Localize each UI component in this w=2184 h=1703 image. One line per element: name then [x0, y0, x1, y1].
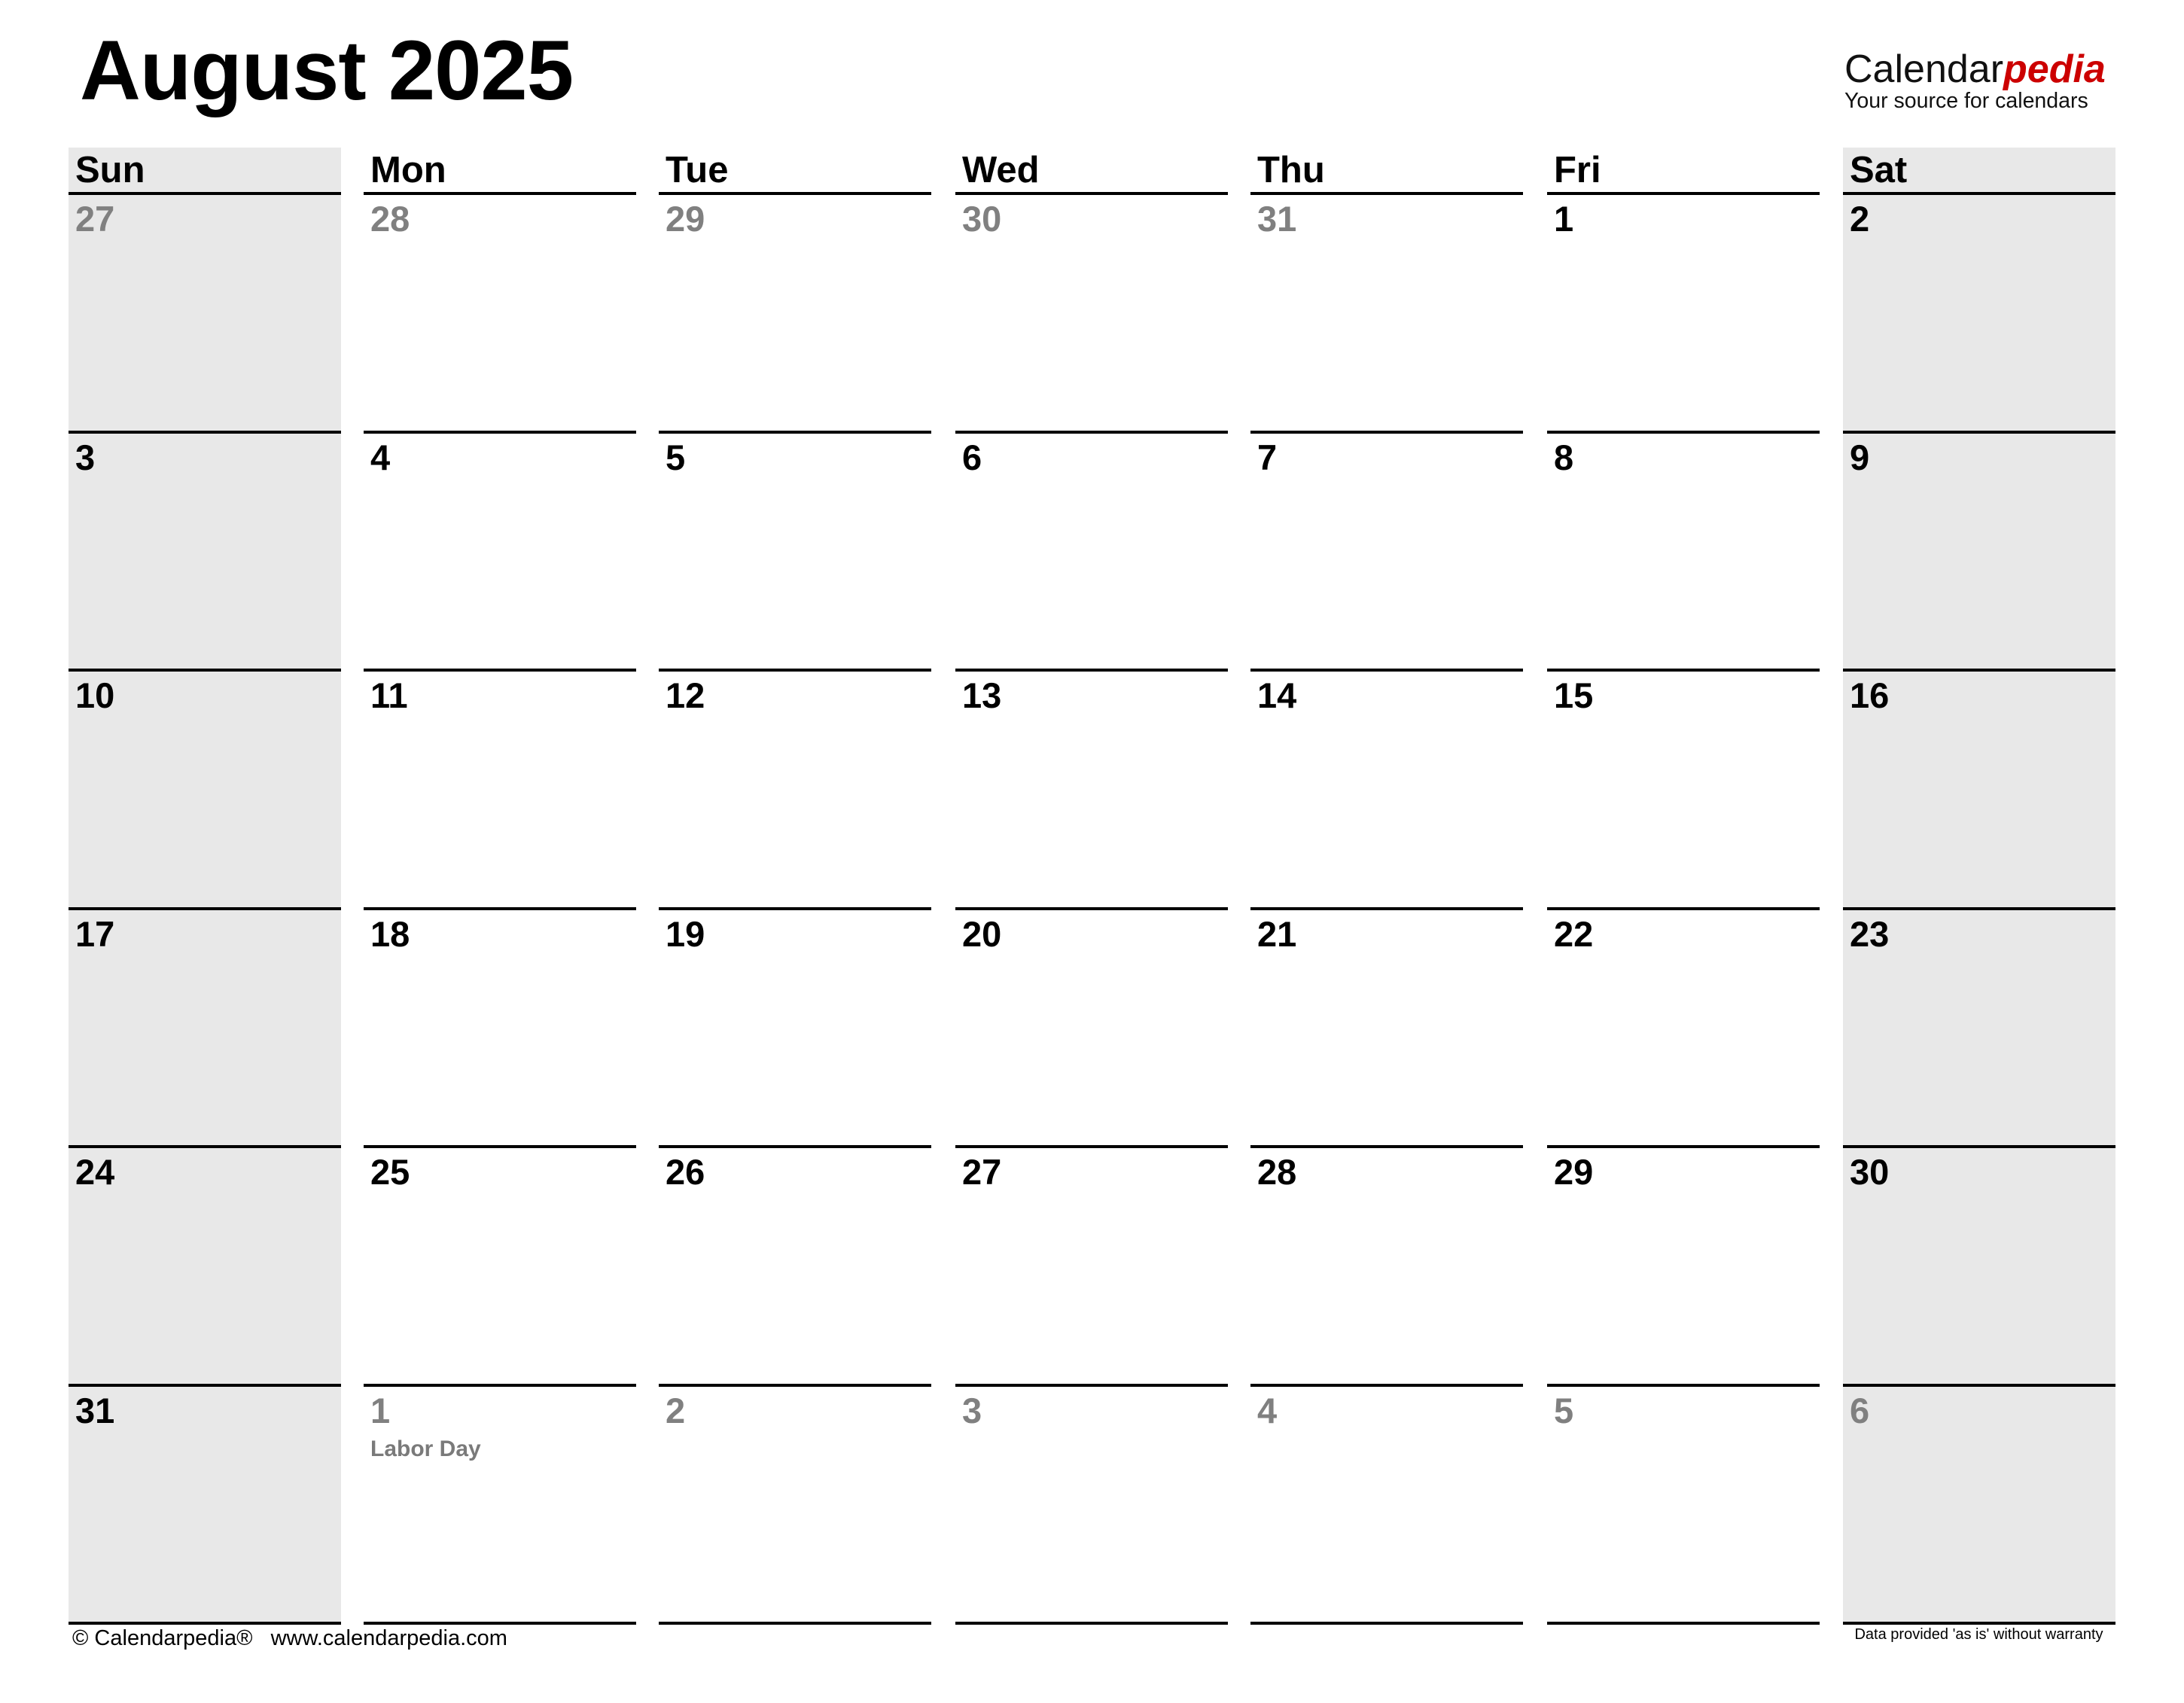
weekday-header-tue: Tue — [666, 150, 729, 190]
day-cell[interactable]: 6 — [955, 434, 1228, 669]
day-cell[interactable]: 28 — [1250, 1148, 1523, 1384]
day-number: 28 — [1257, 1152, 1297, 1192]
weekday-header-wed: Wed — [962, 150, 1040, 190]
day-number-adjacent-month: 2 — [666, 1391, 686, 1430]
weekday-header-thu: Thu — [1257, 150, 1325, 190]
day-number: 12 — [666, 675, 705, 715]
day-cell[interactable]: 2 — [1843, 195, 2115, 431]
day-cell[interactable]: 29 — [1547, 1148, 1820, 1384]
weekday-header-fri: Fri — [1554, 150, 1601, 190]
footer-left: © Calendarpedia® www.calendarpedia.com — [72, 1626, 507, 1651]
day-cell[interactable]: 10 — [69, 672, 341, 907]
day-number: 17 — [75, 914, 115, 954]
day-cell[interactable]: 14 — [1250, 672, 1523, 907]
day-number: 6 — [962, 437, 982, 477]
day-number-adjacent-month: 6 — [1850, 1391, 1870, 1430]
calendar-grid: Sun Mon Tue Wed Thu Fri Sat 27 28 29 30 31 1 2 3 4 5 6 7 8 9… — [0, 0, 2184, 1703]
day-number-adjacent-month: 30 — [962, 199, 1002, 239]
day-cell[interactable]: 15 — [1547, 672, 1820, 907]
day-number: 23 — [1850, 914, 1890, 954]
day-cell[interactable]: 31 — [69, 1387, 341, 1622]
day-cell[interactable]: 29 — [659, 195, 931, 431]
day-number-adjacent-month: 27 — [75, 199, 115, 239]
weekday-header-sun: Sun — [75, 150, 145, 190]
day-number: 11 — [370, 675, 408, 715]
day-number-adjacent-month: 29 — [666, 199, 705, 239]
day-number: 21 — [1257, 914, 1297, 954]
day-cell[interactable]: 24 — [69, 1148, 341, 1384]
day-cell[interactable]: 19 — [659, 910, 931, 1146]
day-cell[interactable]: 20 — [955, 910, 1228, 1146]
day-cell[interactable]: 6 — [1843, 1387, 2115, 1622]
day-number: 15 — [1554, 675, 1594, 715]
footer-disclaimer: Data provided 'as is' without warranty — [1854, 1626, 2103, 1643]
day-number: 13 — [962, 675, 1002, 715]
day-cell[interactable]: 11 — [364, 672, 636, 907]
holiday-label: Labor Day — [370, 1436, 481, 1462]
day-number: 29 — [1554, 1152, 1594, 1192]
day-cell[interactable]: 13 — [955, 672, 1228, 907]
day-number-adjacent-month: 4 — [1257, 1391, 1278, 1430]
day-cell[interactable]: 26 — [659, 1148, 931, 1384]
day-number: 26 — [666, 1152, 705, 1192]
day-cell[interactable]: 3 — [69, 434, 341, 669]
day-cell[interactable]: 16 — [1843, 672, 2115, 907]
day-cell[interactable]: 4 — [364, 434, 636, 669]
day-cell[interactable]: 27 — [69, 195, 341, 431]
day-cell[interactable]: 18 — [364, 910, 636, 1146]
day-cell[interactable]: 1 Labor Day — [364, 1387, 636, 1622]
day-cell[interactable]: 5 — [659, 434, 931, 669]
day-cell[interactable]: 30 — [955, 195, 1228, 431]
day-number-adjacent-month: 3 — [962, 1391, 982, 1430]
day-cell[interactable]: 12 — [659, 672, 931, 907]
day-number: 16 — [1850, 675, 1890, 715]
day-number: 10 — [75, 675, 115, 715]
day-cell[interactable]: 22 — [1547, 910, 1820, 1146]
day-number: 22 — [1554, 914, 1594, 954]
day-number: 2 — [1850, 199, 1870, 239]
day-cell[interactable]: 5 — [1547, 1387, 1820, 1622]
day-number-adjacent-month: 5 — [1554, 1391, 1574, 1430]
day-cell[interactable]: 30 — [1843, 1148, 2115, 1384]
weekday-header-mon: Mon — [370, 150, 446, 190]
day-number-adjacent-month: 1 — [370, 1391, 391, 1430]
footer-copyright: © Calendarpedia® — [72, 1626, 253, 1650]
day-number: 30 — [1850, 1152, 1890, 1192]
day-number: 14 — [1257, 675, 1297, 715]
day-cell[interactable]: 27 — [955, 1148, 1228, 1384]
day-number: 1 — [1554, 199, 1574, 239]
day-number: 8 — [1554, 437, 1574, 477]
day-cell[interactable]: 25 — [364, 1148, 636, 1384]
day-cell[interactable]: 2 — [659, 1387, 931, 1622]
day-cell[interactable]: 23 — [1843, 910, 2115, 1146]
day-cell[interactable]: 3 — [955, 1387, 1228, 1622]
day-cell[interactable]: 1 — [1547, 195, 1820, 431]
day-cell[interactable]: 9 — [1843, 434, 2115, 669]
weekday-header-sat: Sat — [1850, 150, 1908, 190]
day-cell[interactable]: 31 — [1250, 195, 1523, 431]
day-number: 18 — [370, 914, 410, 954]
day-cell[interactable]: 17 — [69, 910, 341, 1146]
day-number: 4 — [370, 437, 391, 477]
day-cell[interactable]: 4 — [1250, 1387, 1523, 1622]
day-number: 5 — [666, 437, 686, 477]
day-number: 25 — [370, 1152, 410, 1192]
footer-website-link[interactable]: www.calendarpedia.com — [271, 1626, 507, 1650]
day-number: 27 — [962, 1152, 1002, 1192]
day-number: 20 — [962, 914, 1002, 954]
day-number: 3 — [75, 437, 96, 477]
day-cell[interactable]: 28 — [364, 195, 636, 431]
day-number: 7 — [1257, 437, 1278, 477]
day-number: 9 — [1850, 437, 1870, 477]
day-number: 19 — [666, 914, 705, 954]
day-number: 24 — [75, 1152, 115, 1192]
day-cell[interactable]: 7 — [1250, 434, 1523, 669]
day-cell[interactable]: 21 — [1250, 910, 1523, 1146]
day-number: 31 — [75, 1391, 115, 1430]
day-number-adjacent-month: 31 — [1257, 199, 1297, 239]
day-cell[interactable]: 8 — [1547, 434, 1820, 669]
day-number-adjacent-month: 28 — [370, 199, 410, 239]
